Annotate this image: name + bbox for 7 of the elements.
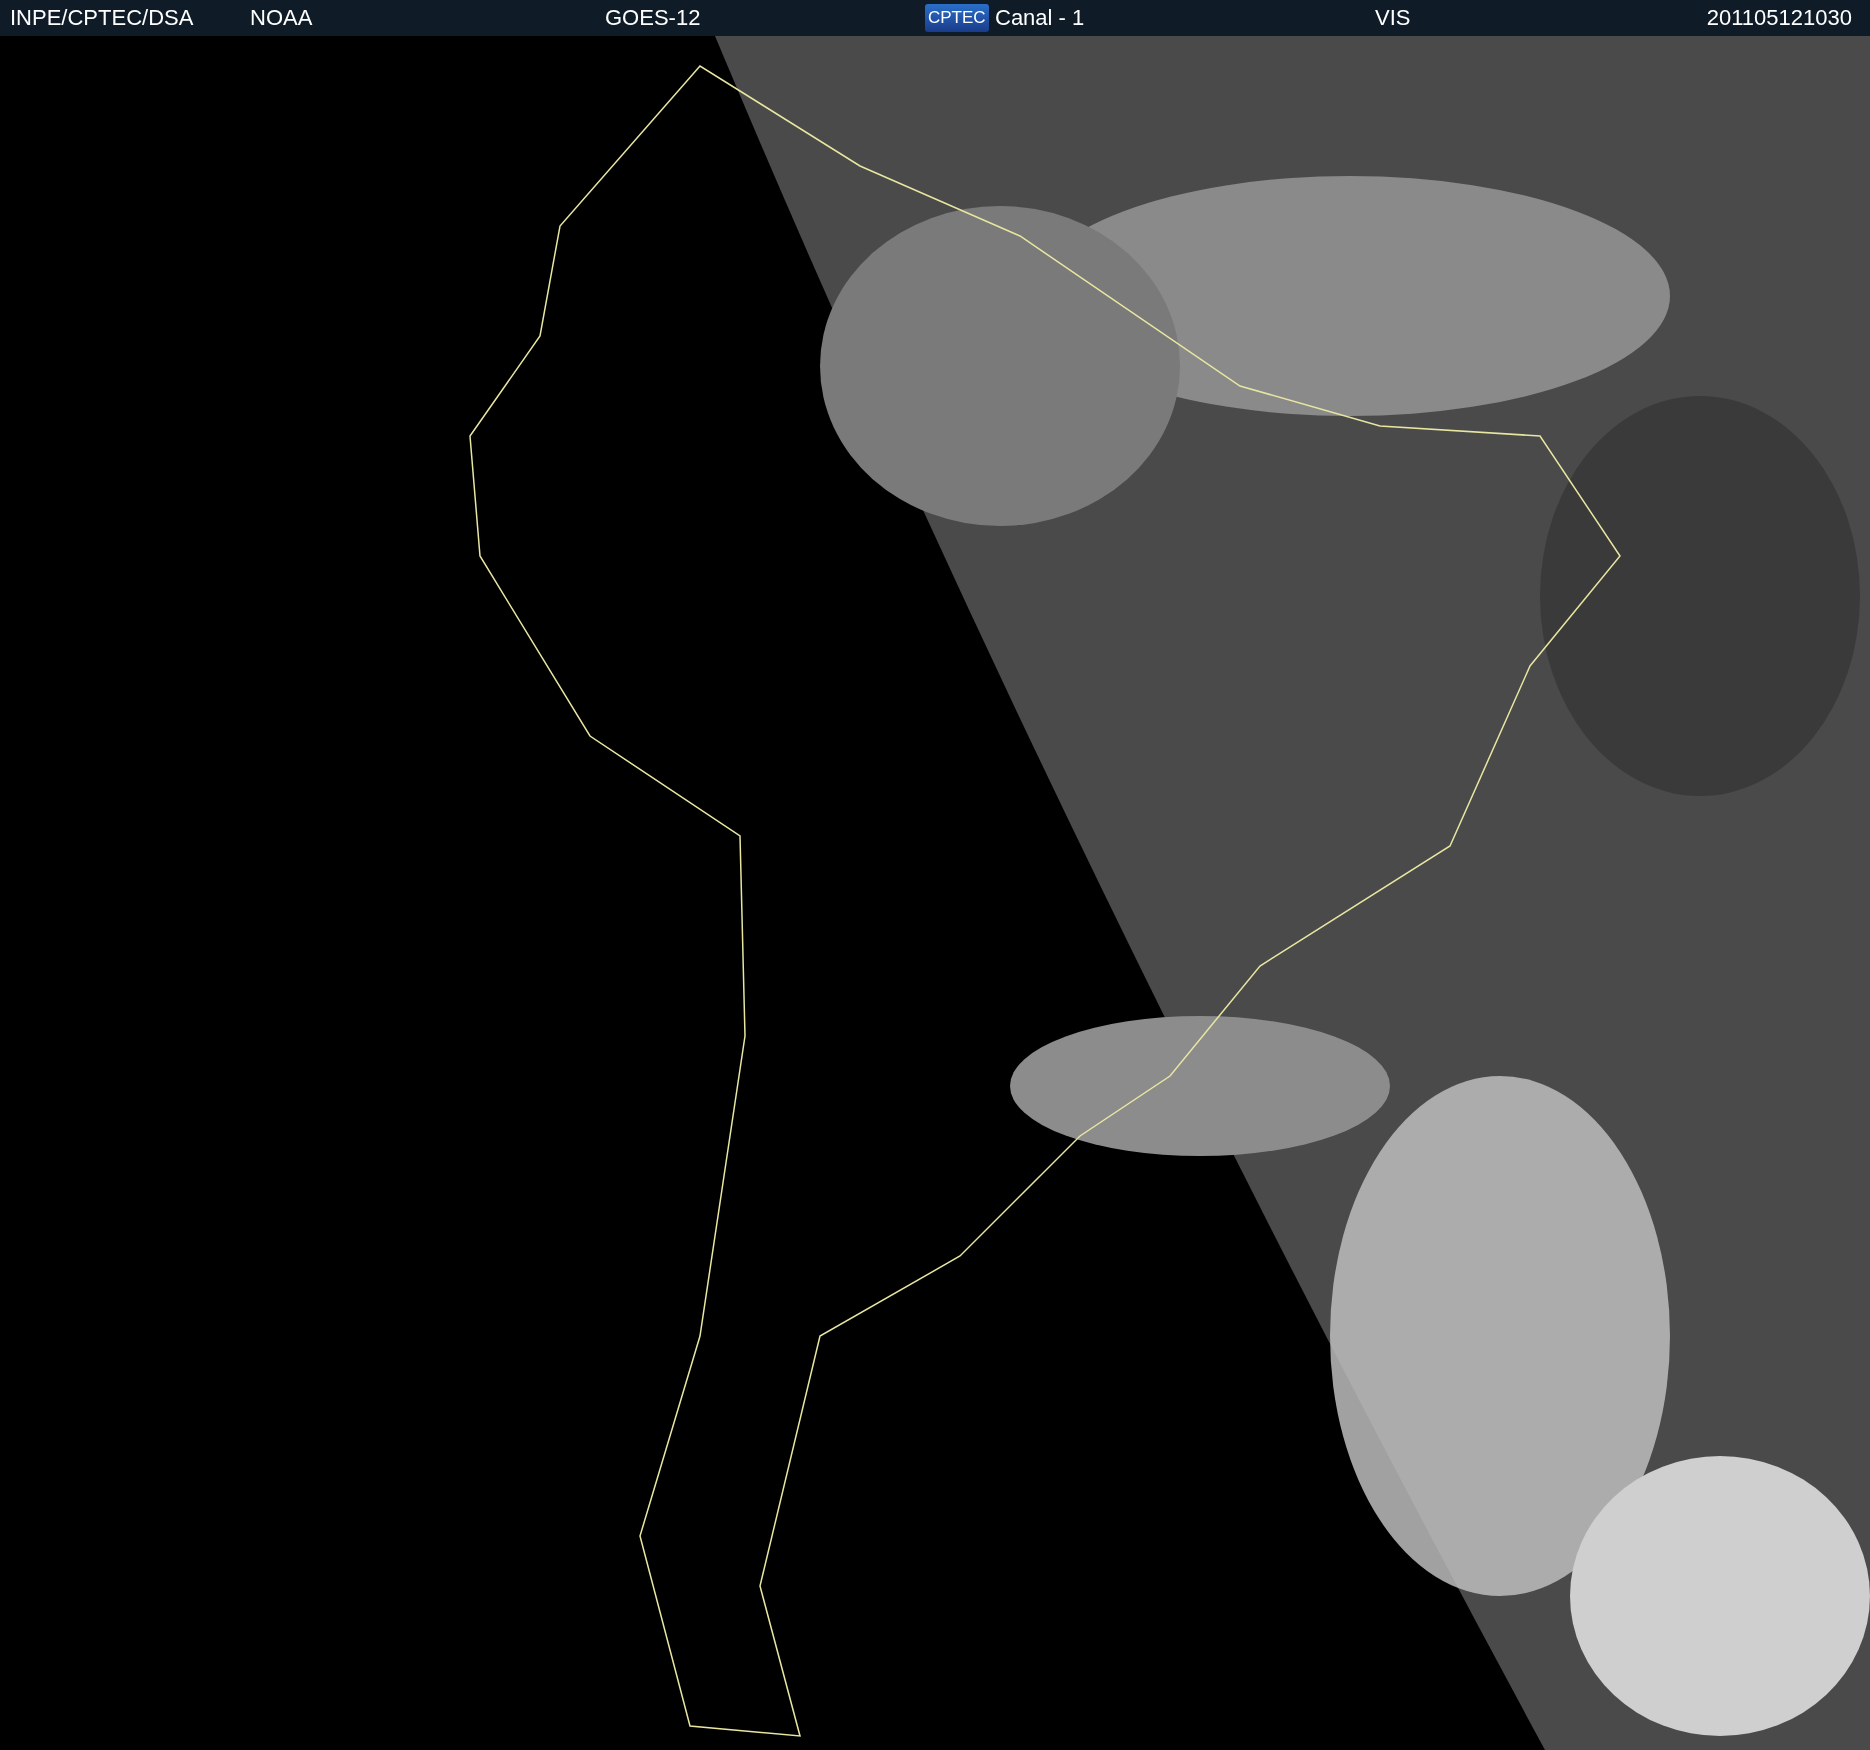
header-label: NOAA [250,5,313,31]
logo: CPTEC [925,4,989,32]
header-label: VIS [1375,5,1411,31]
header-label: Canal - 1 [995,5,1085,31]
header-label: GOES-12 [605,5,701,31]
header-label: 201105121030 [1706,5,1852,31]
header-label: INPE/CPTEC/DSA [10,5,194,31]
